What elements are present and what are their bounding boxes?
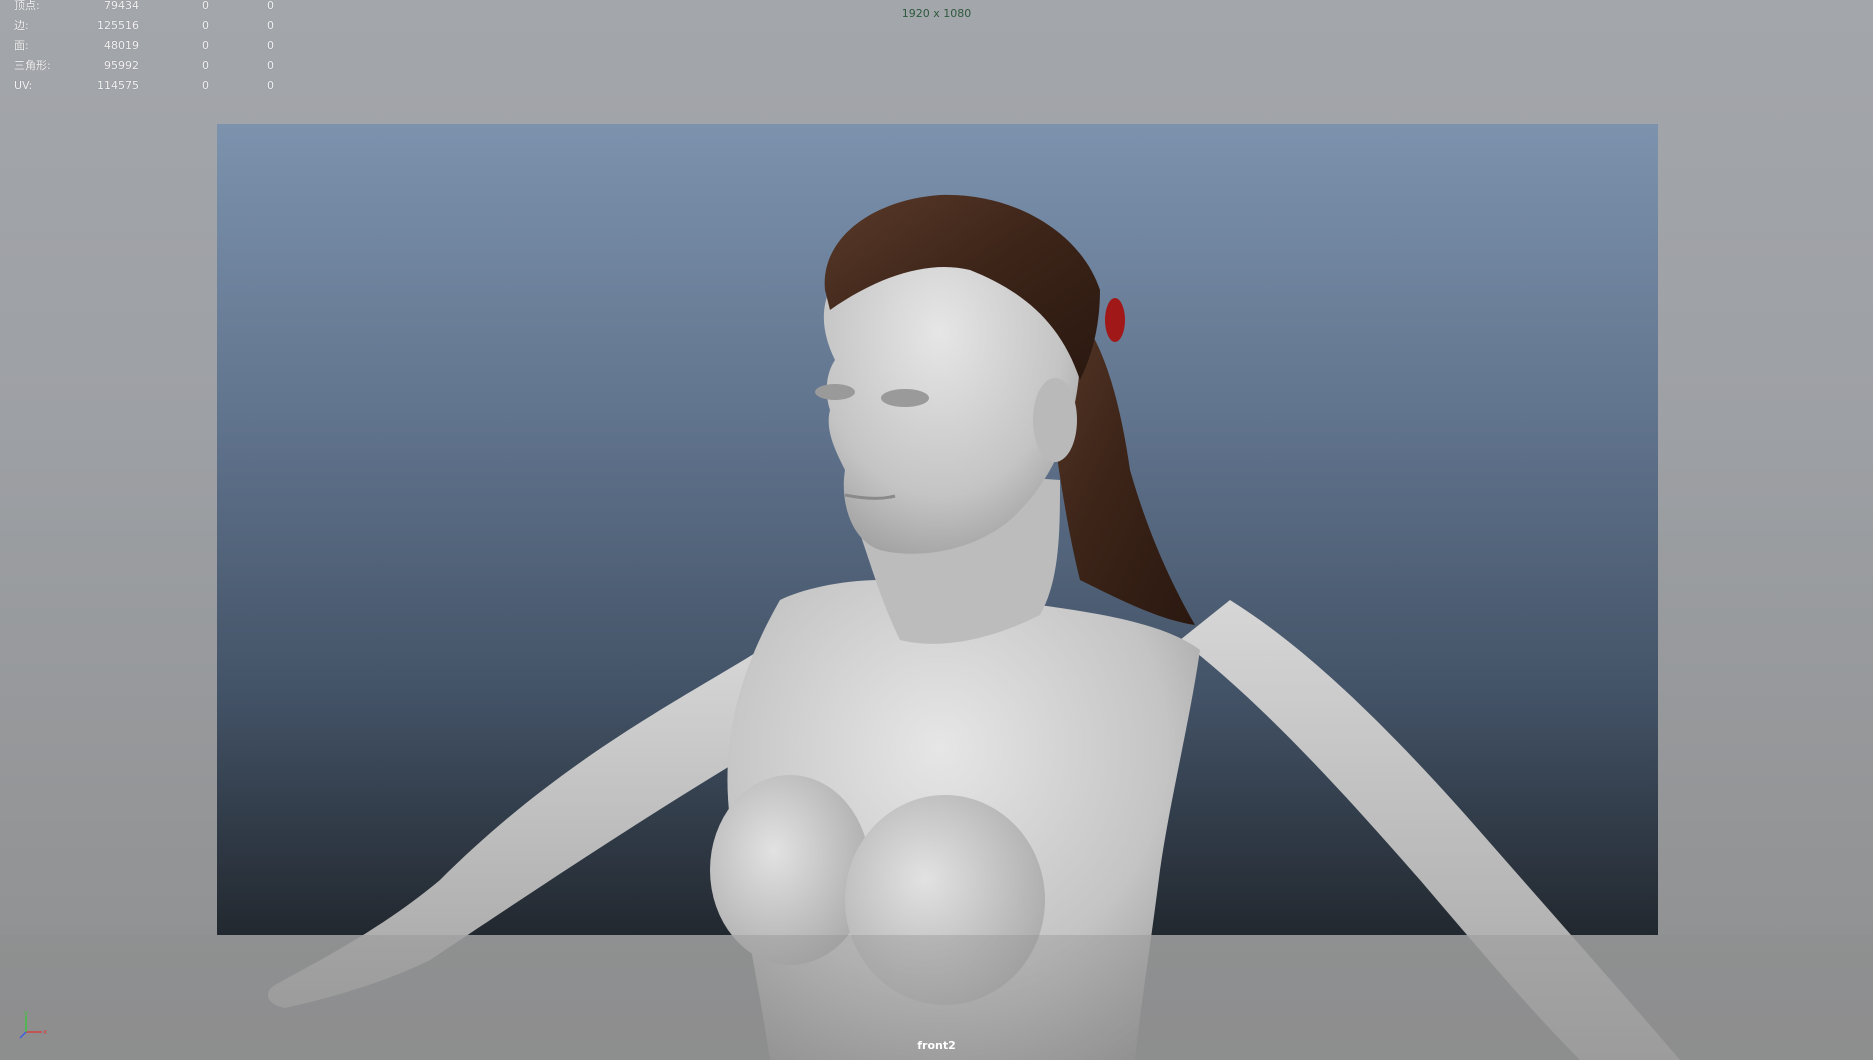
hair-tie	[1105, 298, 1125, 342]
axis-x-label: x	[43, 1028, 47, 1036]
camera-name-label: front2	[917, 1039, 956, 1052]
axis-y-label: y	[24, 1010, 28, 1017]
maya-viewport[interactable]: 顶点: 79434 0 0 边: 125516 0 0 面: 48019 0 0…	[0, 0, 1873, 1060]
axis-gizmo-icon: x y	[19, 1010, 47, 1039]
right-eye	[881, 389, 929, 407]
ear	[1033, 378, 1077, 462]
character-model[interactable]	[0, 0, 1873, 1060]
left-eye	[815, 384, 855, 400]
